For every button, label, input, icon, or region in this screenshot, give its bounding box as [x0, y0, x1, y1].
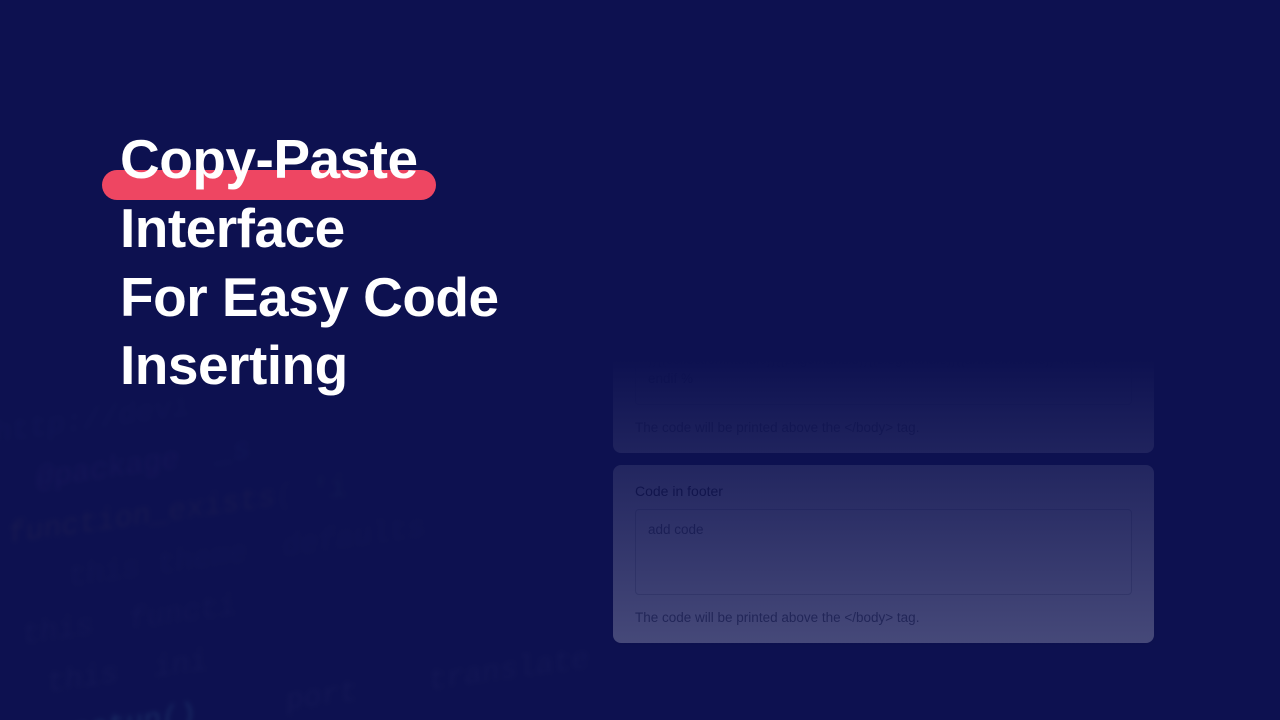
headline-line-2: Interface — [120, 197, 345, 259]
headline-line-3: For Easy Code — [120, 266, 499, 328]
headline-block: Copy-Paste Interface For Easy Code Inser… — [120, 85, 590, 720]
headline-line-4: Inserting — [120, 334, 348, 396]
headline-line-1: Copy-Paste — [120, 128, 418, 190]
